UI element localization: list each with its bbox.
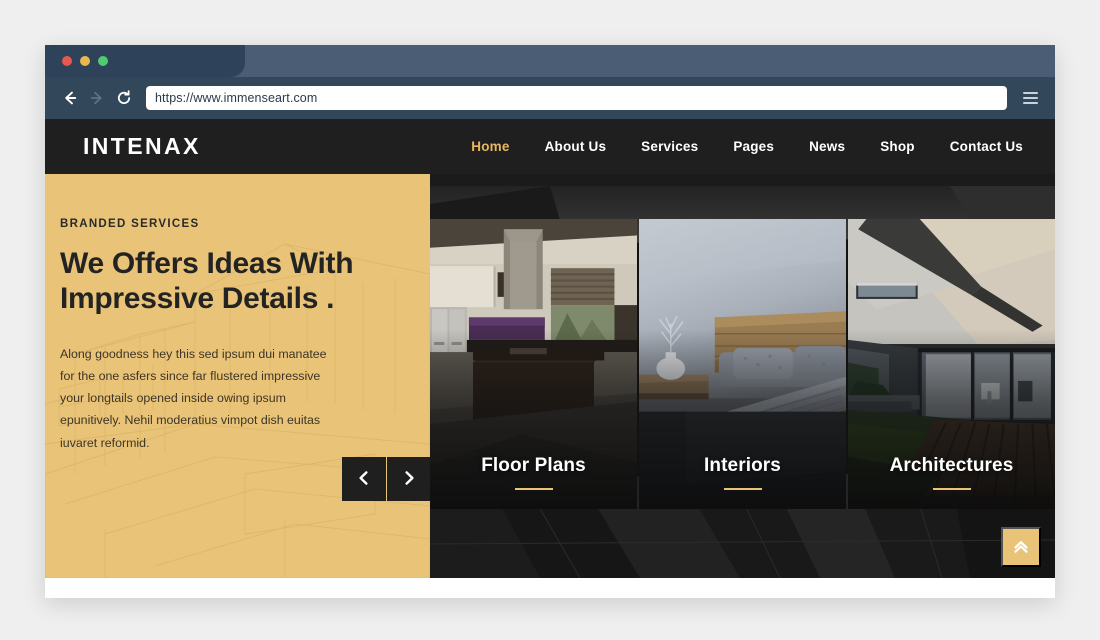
nav-item-about-us[interactable]: About Us (545, 139, 607, 154)
carousel-next-button[interactable] (386, 457, 430, 501)
window-controls (62, 56, 108, 66)
nav-item-news[interactable]: News (809, 139, 845, 154)
carousel-controls (342, 457, 430, 501)
forward-arrow-icon (89, 90, 105, 106)
back-button[interactable] (59, 87, 81, 109)
browser-window: https://www.immenseart.com INTENAX Home … (45, 45, 1055, 598)
close-window-button[interactable] (62, 56, 72, 66)
card-title: Floor Plans (481, 455, 586, 476)
hero-heading: We Offers Ideas With Impressive Details … (60, 247, 354, 316)
hero-eyebrow: BRANDED SERVICES (60, 218, 200, 230)
nav-item-contact-us[interactable]: Contact Us (950, 139, 1023, 154)
chevron-right-icon (402, 470, 416, 489)
reload-button[interactable] (113, 87, 135, 109)
hero-paragraph: Along goodness hey this sed ipsum dui ma… (60, 347, 327, 450)
card-title: Architectures (889, 455, 1014, 476)
hero-right-panel: Floor Plans Interiors Architectures (430, 174, 1055, 578)
card-caption: Floor Plans (430, 455, 637, 490)
card-underline (514, 488, 553, 490)
browser-toolbar: https://www.immenseart.com (45, 77, 1055, 119)
url-text: https://www.immenseart.com (155, 91, 318, 105)
nav-item-shop[interactable]: Shop (880, 139, 915, 154)
browser-tab-strip (45, 45, 1055, 77)
page-viewport: INTENAX Home About Us Services Pages New… (45, 119, 1055, 598)
card-underline (723, 488, 762, 490)
hero-section: BRANDED SERVICES We Offers Ideas With Im… (45, 174, 1055, 578)
category-card-architectures[interactable]: Architectures (848, 219, 1055, 509)
hero-copy: BRANDED SERVICES We Offers Ideas With Im… (45, 174, 430, 454)
site-logo[interactable]: INTENAX (83, 133, 201, 160)
maximize-window-button[interactable] (98, 56, 108, 66)
category-card-floor-plans[interactable]: Floor Plans (430, 219, 637, 509)
category-card-list: Floor Plans Interiors Architectures (430, 219, 1055, 509)
card-underline (932, 488, 971, 490)
card-title: Interiors (704, 455, 781, 476)
forward-button[interactable] (86, 87, 108, 109)
site-header: INTENAX Home About Us Services Pages New… (45, 119, 1055, 174)
card-caption: Interiors (639, 455, 846, 490)
page-footer-strip (45, 578, 1055, 598)
card-caption: Architectures (848, 455, 1055, 490)
nav-item-home[interactable]: Home (471, 139, 509, 154)
nav-item-pages[interactable]: Pages (733, 139, 774, 154)
reload-icon (116, 90, 132, 106)
hero-left-panel: BRANDED SERVICES We Offers Ideas With Im… (45, 174, 430, 578)
hamburger-menu-icon[interactable] (1017, 85, 1043, 111)
minimize-window-button[interactable] (80, 56, 90, 66)
address-bar[interactable]: https://www.immenseart.com (146, 86, 1007, 110)
category-card-interiors[interactable]: Interiors (639, 219, 846, 509)
carousel-prev-button[interactable] (342, 457, 386, 501)
nav-item-services[interactable]: Services (641, 139, 698, 154)
scroll-to-top-button[interactable] (1001, 527, 1041, 567)
double-chevron-up-icon (1011, 536, 1031, 559)
chevron-left-icon (357, 470, 371, 489)
back-arrow-icon (62, 90, 78, 106)
main-navigation: Home About Us Services Pages News Shop C… (471, 139, 1023, 154)
